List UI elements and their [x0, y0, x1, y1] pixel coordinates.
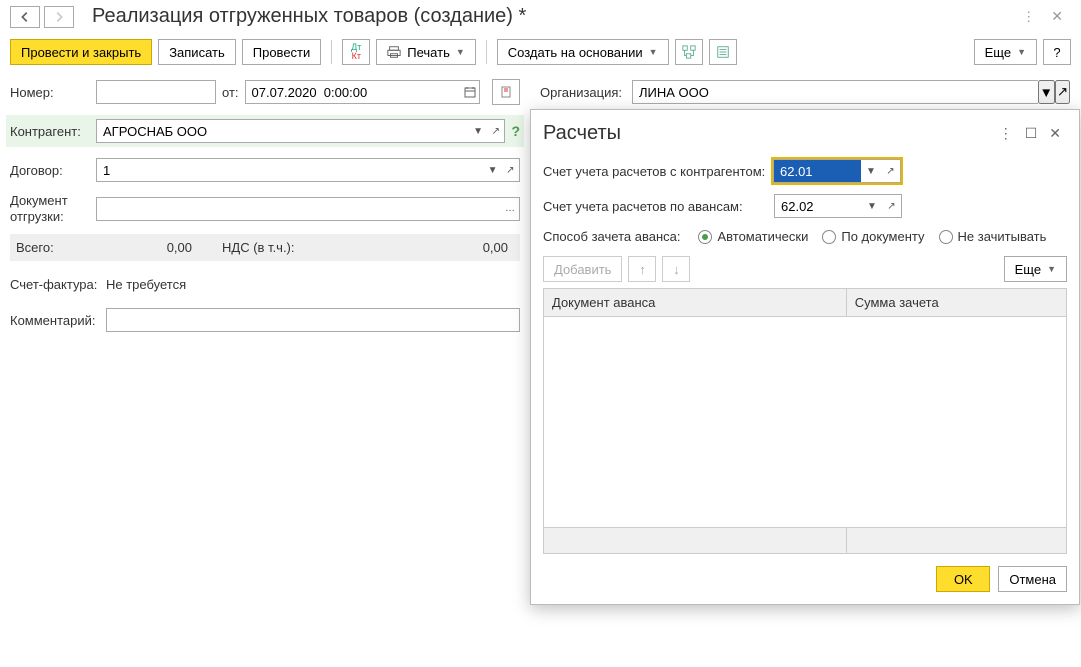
contract-input[interactable]	[96, 158, 483, 182]
post-and-close-button[interactable]: Провести и закрыть	[10, 39, 152, 65]
dropdown-button[interactable]: ▼	[469, 119, 487, 143]
number-input[interactable]	[96, 80, 216, 104]
caret-down-icon: ▼	[1017, 47, 1026, 57]
calendar-button[interactable]	[460, 80, 480, 104]
open-button[interactable]: ↗	[487, 119, 505, 143]
nav-back-button[interactable]	[10, 6, 40, 28]
create-based-label: Создать на основании	[508, 45, 643, 60]
caret-down-icon: ▼	[1047, 264, 1056, 274]
print-button[interactable]: Печать ▼	[376, 39, 476, 65]
grid-body	[544, 317, 1066, 527]
popup-kebab-icon[interactable]: ⋮	[993, 123, 1019, 144]
invoice-label: Счет-фактура:	[10, 277, 106, 292]
caret-down-icon: ▼	[456, 47, 465, 57]
vat-label: НДС (в т.ч.):	[222, 240, 295, 255]
page-title: Реализация отгруженных товаров (создание…	[92, 5, 1014, 28]
open-button[interactable]: ↗	[1055, 80, 1070, 104]
total-label: Всего:	[16, 240, 102, 255]
comment-label: Комментарий:	[10, 313, 106, 328]
open-button[interactable]: ↗	[502, 158, 520, 182]
shipment-doc-label: Документотгрузки:	[10, 193, 96, 224]
open-button[interactable]: ↗	[881, 159, 901, 183]
popup-maximize-icon[interactable]: ☐	[1019, 123, 1044, 144]
advance-mode-label: Способ зачета аванса:	[543, 229, 680, 244]
cancel-button[interactable]: Отмена	[998, 566, 1067, 592]
number-label: Номер:	[10, 85, 96, 100]
doc-link-button[interactable]	[492, 79, 520, 105]
dtkt-button[interactable]: ДтКт	[342, 39, 370, 65]
acct2-label: Счет учета расчетов по авансам:	[543, 199, 773, 214]
popup-close-icon[interactable]: ✕	[1043, 123, 1067, 144]
add-button: Добавить	[543, 256, 622, 282]
create-based-button[interactable]: Создать на основании ▼	[497, 39, 669, 65]
shipment-doc-input[interactable]	[96, 197, 501, 221]
ellipsis-button[interactable]: …	[501, 197, 520, 221]
ok-button[interactable]: OK	[936, 566, 990, 592]
help-icon[interactable]: ?	[511, 123, 520, 139]
print-label: Печать	[407, 45, 450, 60]
nav-forward-button[interactable]	[44, 6, 74, 28]
dropdown-button[interactable]: ▼	[862, 194, 882, 218]
advance-grid: Документ аванса Сумма зачета	[543, 288, 1067, 554]
total-value: 0,00	[102, 240, 222, 255]
mode-none-radio[interactable]: Не зачитывать	[939, 229, 1047, 244]
calc-popup: Расчеты ⋮ ☐ ✕ Счет учета расчетов с конт…	[530, 109, 1080, 605]
mode-auto-radio[interactable]: Автоматически	[698, 229, 808, 244]
col-doc-header[interactable]: Документ аванса	[544, 289, 847, 316]
from-label: от:	[222, 85, 239, 100]
more-label: Еще	[985, 45, 1011, 60]
comment-input[interactable]	[106, 308, 520, 332]
dropdown-button[interactable]: ▼	[483, 158, 501, 182]
move-down-button: ↓	[662, 256, 690, 282]
more-button[interactable]: Еще ▼	[974, 39, 1037, 65]
dropdown-button[interactable]: ▼	[1038, 80, 1055, 104]
popup-title: Расчеты	[543, 122, 993, 145]
separator	[331, 40, 332, 64]
invoice-value: Не требуется	[106, 277, 186, 292]
open-button[interactable]: ↗	[882, 194, 902, 218]
vat-value: 0,00	[295, 240, 515, 255]
col-sum-header[interactable]: Сумма зачета	[847, 289, 1066, 316]
acct2-input[interactable]	[774, 194, 862, 218]
dropdown-button[interactable]: ▼	[861, 159, 881, 183]
org-label: Организация:	[540, 85, 632, 100]
move-up-button: ↑	[628, 256, 656, 282]
mode-doc-radio[interactable]: По документу	[822, 229, 924, 244]
separator	[486, 40, 487, 64]
counterparty-input[interactable]	[96, 119, 469, 143]
popup-more-button[interactable]: Еще ▼	[1004, 256, 1067, 282]
counterparty-label: Контрагент:	[10, 124, 96, 139]
kebab-icon[interactable]: ⋮	[1018, 5, 1039, 29]
list-button[interactable]	[709, 39, 737, 65]
acct1-label: Счет учета расчетов с контрагентом:	[543, 164, 773, 179]
org-input[interactable]	[632, 80, 1038, 104]
caret-down-icon: ▼	[649, 47, 658, 57]
calendar-icon	[464, 86, 476, 98]
related-button[interactable]	[675, 39, 703, 65]
print-icon	[387, 45, 401, 59]
contract-label: Договор:	[10, 163, 96, 178]
acct1-input[interactable]	[773, 159, 861, 183]
help-button[interactable]: ?	[1043, 39, 1071, 65]
grid-footer	[544, 527, 1066, 553]
close-icon[interactable]: ✕	[1043, 4, 1071, 29]
date-input[interactable]	[245, 80, 460, 104]
save-button[interactable]: Записать	[158, 39, 236, 65]
post-button[interactable]: Провести	[242, 39, 322, 65]
